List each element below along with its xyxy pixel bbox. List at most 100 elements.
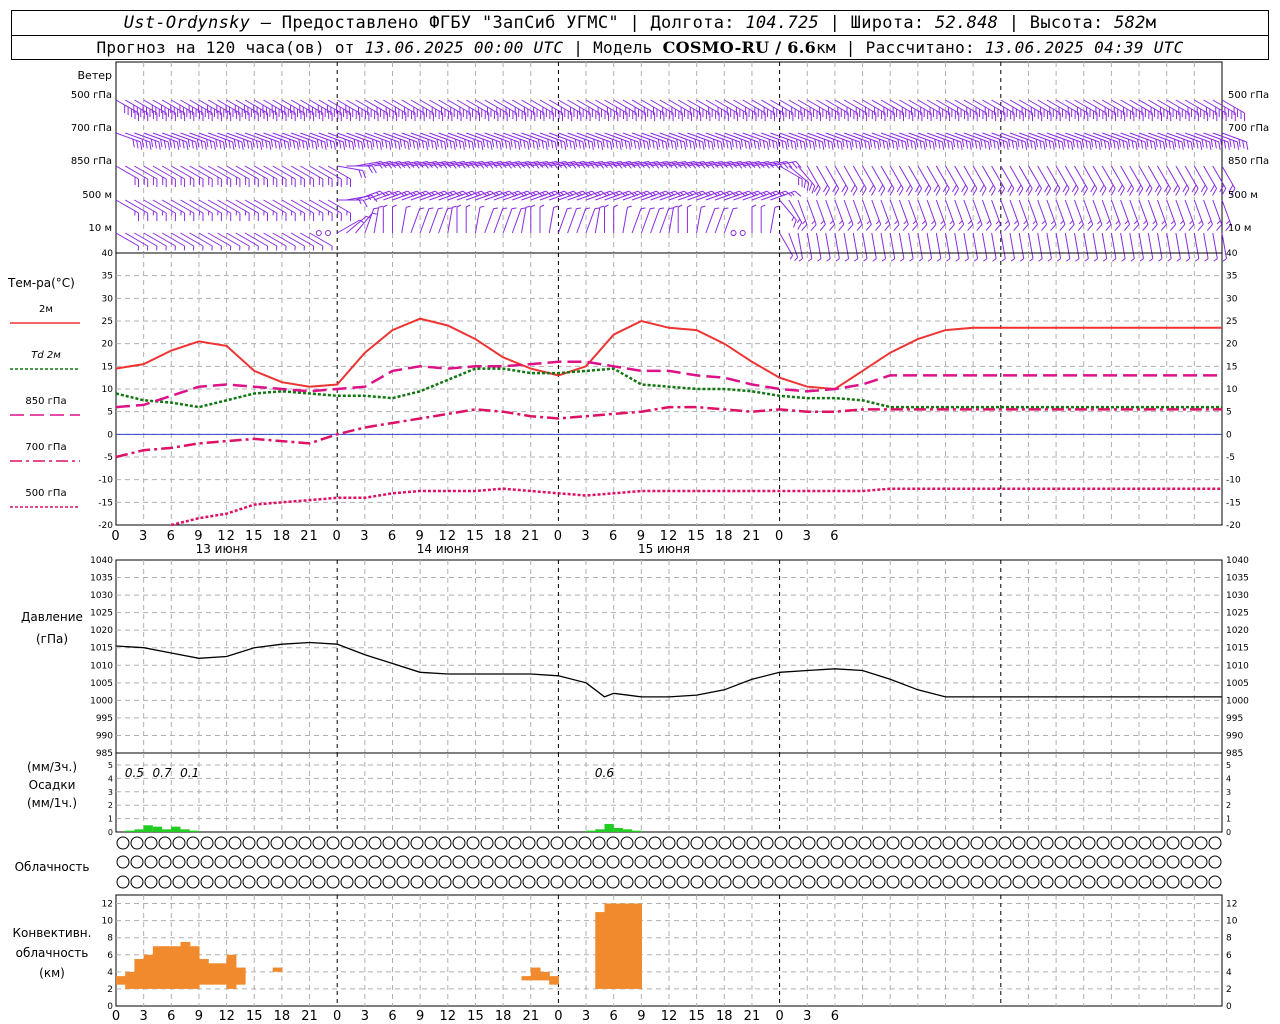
cloud-cover-circle bbox=[452, 855, 466, 869]
wind-barb-half-feather bbox=[1170, 220, 1175, 225]
temperature-ytick-left: -5 bbox=[104, 453, 113, 463]
wind-barb-feather bbox=[1142, 224, 1149, 231]
temperature-ytick-right: -20 bbox=[1226, 521, 1241, 531]
wind-barb-half-feather bbox=[909, 258, 914, 262]
wind-barb-feather bbox=[137, 212, 140, 222]
cloud-cover-circle bbox=[872, 836, 886, 850]
wind-barb-feather bbox=[847, 224, 854, 231]
convective-bar bbox=[632, 903, 642, 989]
convective-ytick-right: 6 bbox=[1226, 951, 1232, 961]
wind-barb-feather bbox=[147, 212, 149, 222]
cloud-cover-circle bbox=[396, 875, 410, 889]
cloud-cover-circle bbox=[802, 836, 816, 850]
precipitation-ytick-left: 5 bbox=[108, 761, 113, 770]
wind-barb-half-feather bbox=[931, 220, 935, 225]
cloud-cover-circle bbox=[396, 855, 410, 869]
wind-barb-half-feather bbox=[452, 205, 457, 208]
cloud-cover-circle bbox=[466, 875, 480, 889]
precipitation-bar bbox=[189, 830, 199, 832]
wind-barb-half-feather bbox=[760, 204, 766, 208]
wind-barb bbox=[963, 232, 969, 262]
cloud-cover-circle bbox=[116, 855, 130, 869]
wind-barb-half-feather bbox=[1050, 220, 1055, 225]
wind-barb bbox=[779, 199, 797, 228]
wind-barb-shaft bbox=[816, 232, 822, 259]
wind-barb-half-feather bbox=[1158, 258, 1163, 262]
cloud-cover-circle bbox=[130, 836, 144, 850]
wind-barb-feather bbox=[371, 165, 377, 174]
pressure-ytick-right: 995 bbox=[1226, 714, 1243, 724]
wind-barb-feather bbox=[930, 224, 937, 231]
wind-barb-half-feather bbox=[1130, 258, 1135, 262]
wind-calm-circle bbox=[739, 230, 746, 236]
wind-barb-half-feather bbox=[294, 245, 296, 251]
wind-barb bbox=[171, 199, 195, 222]
wind-barb-shaft bbox=[1110, 232, 1117, 259]
cloud-cover-circle bbox=[424, 875, 438, 889]
wind-barb-shaft bbox=[797, 232, 804, 259]
wind-barb-feather bbox=[1068, 224, 1075, 231]
time-axis-tick: 0 bbox=[554, 529, 563, 544]
wind-barb-half-feather bbox=[1038, 258, 1043, 262]
cloudiness-panel-title: Облачность bbox=[15, 860, 90, 874]
wind-barb bbox=[382, 204, 388, 233]
cloud-cover-circle bbox=[1194, 855, 1208, 869]
cloud-cover-circle bbox=[480, 875, 494, 889]
cloud-cover-circle bbox=[718, 836, 732, 850]
cloud-cover-circle bbox=[830, 875, 844, 889]
wind-barb-half-feather bbox=[599, 205, 605, 208]
wind-barb-shaft bbox=[1064, 232, 1071, 259]
wind-barb bbox=[1064, 232, 1071, 262]
pressure-ytick-right: 1000 bbox=[1226, 696, 1249, 706]
cloud-cover-circle bbox=[158, 855, 172, 869]
wind-barb bbox=[1046, 232, 1052, 262]
temperature-legend-label-t500: 500 гПа bbox=[25, 488, 66, 499]
cloud-cover-circle bbox=[886, 855, 900, 869]
pressure-ytick-left: 1000 bbox=[90, 696, 113, 706]
wind-barb bbox=[474, 205, 485, 234]
cloud-cover-circle bbox=[130, 855, 144, 869]
cloud-cover-circle bbox=[550, 836, 564, 850]
cloud-cover-circle bbox=[186, 855, 200, 869]
wind-barb-feather bbox=[1170, 224, 1176, 231]
temperature-ytick-left: 35 bbox=[102, 272, 113, 282]
wind-barb-shaft bbox=[926, 232, 933, 259]
convective-panel-title: Конвективн. bbox=[13, 926, 92, 940]
wind-barb-shaft bbox=[346, 215, 367, 234]
cloud-cover-circle bbox=[942, 875, 956, 889]
wind-barb-shaft bbox=[1074, 232, 1080, 259]
wind-barb bbox=[180, 232, 204, 251]
cloud-cover-circle bbox=[942, 836, 956, 850]
wind-barb bbox=[539, 204, 545, 233]
time-axis-tick: 18 bbox=[494, 529, 513, 544]
wind-barb bbox=[917, 232, 923, 262]
wind-barb-half-feather bbox=[493, 207, 499, 210]
cloud-cover-circle bbox=[1082, 836, 1096, 850]
cloud-cover-circle bbox=[844, 855, 858, 869]
temperature-ytick-right: 40 bbox=[1226, 249, 1238, 259]
pressure-ytick-right: 1025 bbox=[1226, 609, 1249, 619]
wind-barb-feather bbox=[174, 212, 176, 222]
wind-barb-feather bbox=[313, 212, 315, 222]
cloud-cover-circle bbox=[480, 836, 494, 850]
cloud-cover-circle bbox=[284, 836, 298, 850]
wind-barb-half-feather bbox=[383, 204, 388, 208]
wind-barb-shaft bbox=[254, 232, 278, 247]
cloud-cover-circle bbox=[998, 836, 1012, 850]
bottom-time-axis-tick: 6 bbox=[167, 1009, 175, 1024]
wind-barb-feather bbox=[902, 224, 909, 231]
pressure-ytick-right: 1035 bbox=[1226, 574, 1249, 584]
cloud-cover-circle bbox=[256, 855, 270, 869]
wind-barb bbox=[337, 165, 366, 179]
cloud-cover-circle bbox=[214, 836, 228, 850]
wind-barb-feather bbox=[875, 224, 882, 231]
convective-ytick-left: 2 bbox=[107, 985, 113, 995]
cloud-cover-circle bbox=[326, 875, 340, 889]
bottom-time-axis-tick: 0 bbox=[333, 1009, 341, 1024]
precipitation-ytick-right: 3 bbox=[1226, 788, 1231, 797]
wind-barb-half-feather bbox=[174, 245, 176, 251]
wind-barb-shaft bbox=[134, 232, 158, 247]
wind-barb-shaft bbox=[1055, 232, 1062, 259]
wind-barb-feather bbox=[893, 224, 900, 231]
convective-ytick-right: 4 bbox=[1226, 968, 1232, 978]
